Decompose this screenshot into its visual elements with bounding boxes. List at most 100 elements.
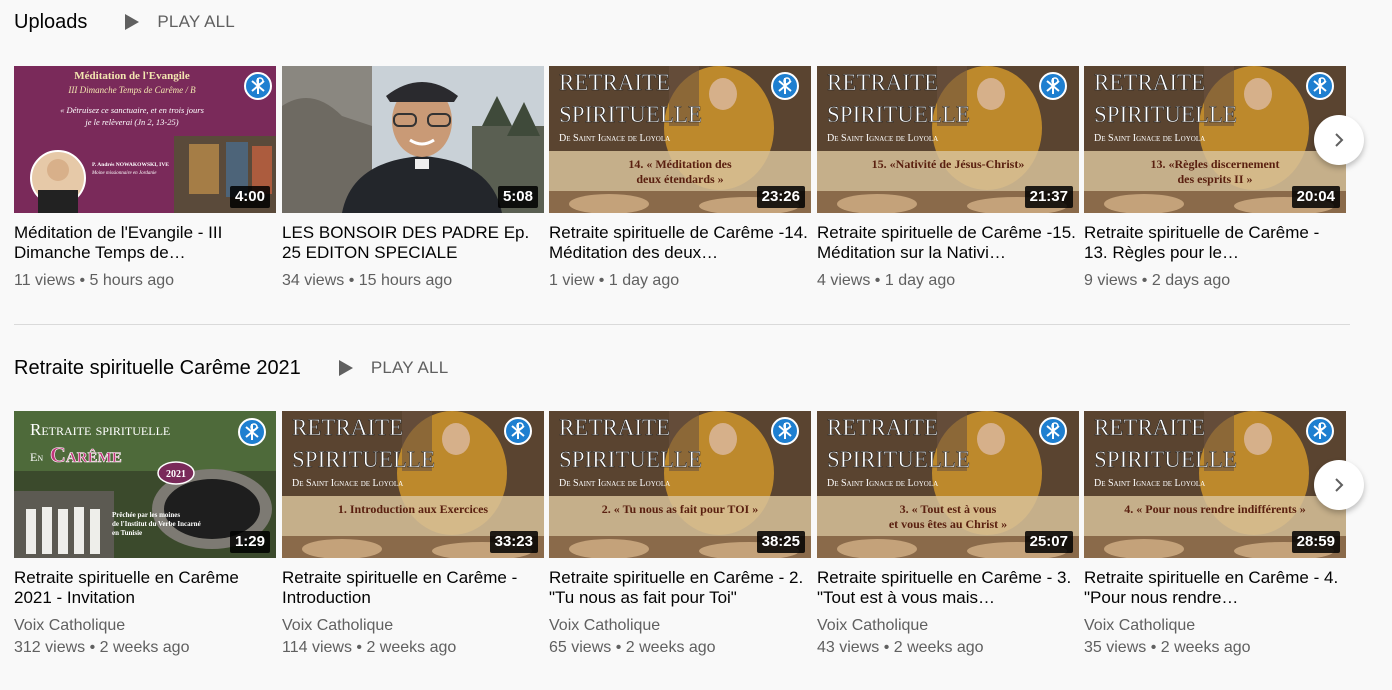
channel-name-link[interactable]: Voix Catholique	[14, 616, 276, 636]
shelf-divider	[14, 324, 1350, 325]
video-row: Méditation de l'Evangile III Dimanche Te…	[14, 66, 1364, 306]
video-title-link[interactable]: Retraite spirituelle en Carême - 4. "Pou…	[1084, 568, 1346, 608]
thumb-header1: Retraite	[827, 70, 938, 95]
shelf-next-button[interactable]	[1314, 460, 1364, 510]
video-thumbnail[interactable]: Retraite spirituelle De Saint Ignace de …	[817, 66, 1079, 213]
thumb-header1: Retraite	[559, 70, 670, 95]
thumb-caption2: deux étendards »	[636, 172, 723, 186]
video-meta: 4 views • 1 day ago	[817, 272, 956, 289]
shelf-next-button[interactable]	[1314, 115, 1364, 165]
video-card: Retraite spirituelle De Saint Ignace de …	[817, 66, 1079, 291]
duration-badge: 1:29	[229, 531, 270, 553]
chevron-right-icon	[1335, 133, 1344, 147]
video-meta: 114 views • 2 weeks ago	[282, 639, 457, 656]
video-card: Retraite spirituelle De Saint Ignace de …	[1084, 66, 1346, 291]
chi-rho-logo-icon	[1306, 72, 1334, 100]
play-all-button[interactable]: PLAY ALL	[125, 12, 235, 32]
duration-badge: 33:23	[489, 531, 538, 553]
video-title-link[interactable]: Retraite spirituelle en Carême - 3. "Tou…	[817, 568, 1079, 608]
thumb-caption1: 15. «Nativité de Jésus-Christ»	[872, 157, 1025, 171]
thumb-line2b: Carême	[50, 442, 122, 467]
video-thumbnail[interactable]: Retraite spirituelle De Saint Ignace de …	[1084, 411, 1346, 558]
duration-badge: 20:04	[1291, 186, 1340, 208]
chi-rho-logo-icon	[244, 72, 272, 100]
thumb-header2: spirituelle	[1094, 447, 1237, 472]
shelf-title[interactable]: Uploads	[14, 11, 87, 34]
video-title-link[interactable]: Retraite spirituelle en Carême - 2. "Tu …	[549, 568, 811, 608]
thumb-header2: spirituelle	[827, 447, 970, 472]
video-title-link[interactable]: Retraite spirituelle de Carême -14. Médi…	[549, 223, 811, 263]
video-thumbnail[interactable]: 2021 Retraite spirituelle En Carême Prêc…	[14, 411, 276, 558]
duration-badge: 5:08	[497, 186, 538, 208]
video-card: Retraite spirituelle De Saint Ignace de …	[549, 66, 811, 291]
chi-rho-logo-icon	[771, 72, 799, 100]
thumb-header2: spirituelle	[1094, 102, 1237, 127]
chi-rho-logo-icon	[1306, 417, 1334, 445]
thumb-header2: spirituelle	[559, 102, 702, 127]
play-all-label: PLAY ALL	[370, 358, 449, 377]
video-thumbnail[interactable]: Retraite spirituelle De Saint Ignace de …	[1084, 66, 1346, 213]
thumb-line2a: En	[30, 450, 43, 464]
thumb-caption1: 3. « Tout est à vous	[900, 502, 997, 516]
video-thumbnail[interactable]: Retraite spirituelle De Saint Ignace de …	[817, 411, 1079, 558]
uploads-shelf: Uploads PLAY ALL Méditation de l'Evangil…	[14, 0, 1364, 306]
thumb-line1: Retraite spirituelle	[30, 420, 170, 439]
video-meta: 43 views • 2 weeks ago	[817, 639, 984, 656]
play-all-button[interactable]: PLAY ALL	[338, 358, 449, 378]
video-thumbnail[interactable]: Retraite spirituelle De Saint Ignace de …	[282, 411, 544, 558]
thumb-small1: Prêchée par les moines	[112, 511, 180, 519]
video-meta: 9 views • 2 days ago	[1084, 272, 1231, 289]
video-title-link[interactable]: Méditation de l'Evangile - III Dimanche …	[14, 223, 276, 263]
video-thumbnail[interactable]: 5:08	[282, 66, 544, 213]
chi-rho-logo-icon	[504, 417, 532, 445]
thumb-line2: III Dimanche Temps de Carême / B	[67, 85, 196, 95]
thumb-subtitle: De Saint Ignace de Loyola	[827, 133, 938, 144]
video-title-link[interactable]: LES BONSOIR DES PADRE Ep. 25 EDITON SPEC…	[282, 223, 544, 263]
video-title-link[interactable]: Retraite spirituelle en Carême - Introdu…	[282, 568, 544, 608]
video-card: Retraite spirituelle De Saint Ignace de …	[549, 411, 811, 658]
video-meta: 34 views • 15 hours ago	[282, 272, 453, 289]
thumb-subtitle: De Saint Ignace de Loyola	[1094, 133, 1205, 144]
chevron-right-icon	[1335, 478, 1344, 492]
video-card: Retraite spirituelle De Saint Ignace de …	[817, 411, 1079, 658]
shelf-title[interactable]: Retraite spirituelle Carême 2021	[14, 357, 301, 380]
thumb-header2: spirituelle	[559, 447, 702, 472]
channel-name-link[interactable]: Voix Catholique	[817, 616, 1079, 636]
video-card: 5:08 LES BONSOIR DES PADRE Ep. 25 EDITON…	[282, 66, 544, 291]
chi-rho-logo-icon	[1039, 72, 1067, 100]
thumb-subtitle: De Saint Ignace de Loyola	[559, 478, 670, 489]
video-title-link[interactable]: Retraite spirituelle en Carême 2021 - In…	[14, 568, 276, 608]
retraite-shelf: Retraite spirituelle Carême 2021 PLAY AL…	[14, 346, 1364, 656]
thumb-year: 2021	[166, 469, 186, 480]
thumb-header1: Retraite	[1094, 415, 1205, 440]
video-title-link[interactable]: Retraite spirituelle de Carême - 13. Règ…	[1084, 223, 1346, 263]
thumb-quote1: « Détruisez ce sanctuaire, et en trois j…	[60, 105, 205, 115]
video-title-link[interactable]: Retraite spirituelle de Carême -15. Médi…	[817, 223, 1079, 263]
thumb-author1: P. Andrés NOWAKOWSKI, IVE	[92, 162, 169, 168]
channel-name-link[interactable]: Voix Catholique	[282, 616, 544, 636]
video-meta: 312 views • 2 weeks ago	[14, 639, 190, 656]
thumb-subtitle: De Saint Ignace de Loyola	[559, 133, 670, 144]
thumb-header2: spirituelle	[292, 447, 435, 472]
video-thumbnail[interactable]: Méditation de l'Evangile III Dimanche Te…	[14, 66, 276, 213]
channel-name-link[interactable]: Voix Catholique	[1084, 616, 1346, 636]
thumb-header1: Retraite	[292, 415, 403, 440]
thumb-caption1: 1. Introduction aux Exercices	[338, 502, 489, 516]
video-thumbnail[interactable]: Retraite spirituelle De Saint Ignace de …	[549, 66, 811, 213]
duration-badge: 38:25	[756, 531, 805, 553]
duration-badge: 4:00	[229, 186, 270, 208]
thumb-header1: Retraite	[827, 415, 938, 440]
video-meta: 1 view • 1 day ago	[549, 272, 680, 289]
duration-badge: 23:26	[756, 186, 805, 208]
thumb-small2: de l'Institut du Verbe Incarné	[112, 520, 201, 528]
video-card: Retraite spirituelle De Saint Ignace de …	[282, 411, 544, 658]
channel-name-link[interactable]: Voix Catholique	[549, 616, 811, 636]
duration-badge: 21:37	[1024, 186, 1073, 208]
thumb-line1: Méditation de l'Evangile	[74, 70, 190, 82]
video-thumbnail[interactable]: Retraite spirituelle De Saint Ignace de …	[549, 411, 811, 558]
thumb-subtitle: De Saint Ignace de Loyola	[1094, 478, 1205, 489]
video-meta: 11 views • 5 hours ago	[14, 272, 175, 289]
video-card: Méditation de l'Evangile III Dimanche Te…	[14, 66, 276, 291]
thumb-caption1: 13. «Règles discernement	[1151, 157, 1280, 171]
play-icon	[338, 360, 353, 376]
